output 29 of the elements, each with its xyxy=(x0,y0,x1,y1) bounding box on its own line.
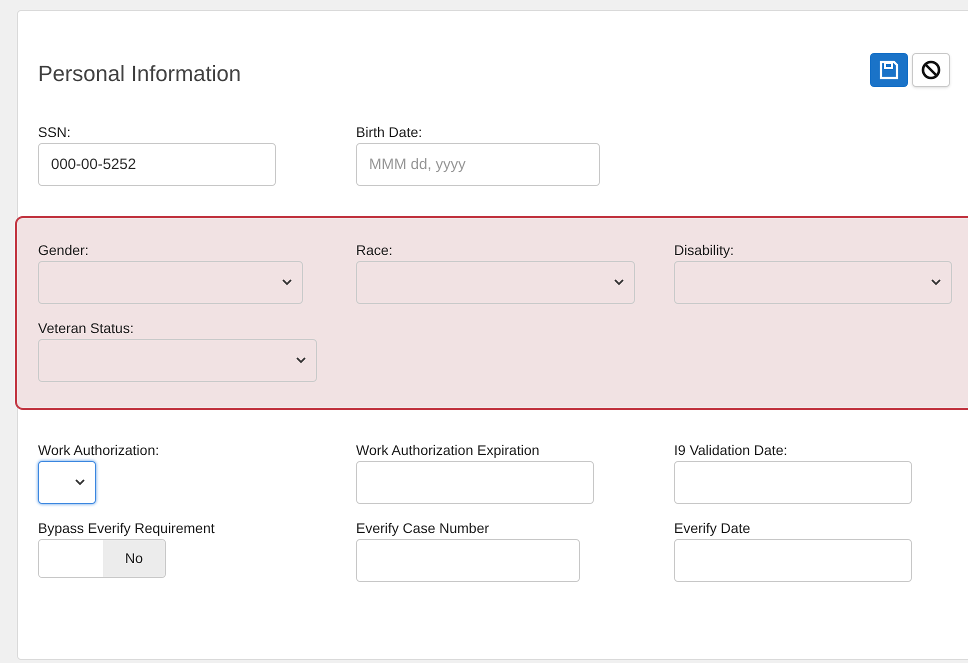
field-label: Gender: xyxy=(38,241,90,260)
field-label: Everify Date xyxy=(674,519,752,538)
field-label: Birth Date: xyxy=(356,123,424,142)
chevron-down-icon xyxy=(296,357,306,364)
text-field[interactable]: 000-00-5252 xyxy=(38,143,276,186)
text-field[interactable] xyxy=(356,539,580,582)
chevron-down-icon xyxy=(614,279,624,286)
chevron-down-icon xyxy=(75,479,85,486)
cancel-button[interactable] xyxy=(912,53,950,87)
section-title: Personal Information xyxy=(38,60,241,88)
field-label: SSN: xyxy=(38,123,72,142)
prohibited-icon xyxy=(921,60,941,80)
save-button[interactable] xyxy=(870,53,908,87)
field-label: Disability: xyxy=(674,241,735,260)
chevron-down-icon xyxy=(931,279,941,286)
field-label: Work Authorization: xyxy=(38,441,160,460)
field-label: Race: xyxy=(356,241,394,260)
chevron-down-icon xyxy=(282,279,292,286)
field-label: Bypass Everify Requirement xyxy=(38,519,216,538)
field-label: I9 Validation Date: xyxy=(674,441,788,460)
text-field[interactable] xyxy=(674,461,912,504)
field-label: Veteran Status: xyxy=(38,319,135,338)
dropdown[interactable] xyxy=(38,461,96,504)
text-field[interactable] xyxy=(674,539,912,582)
field-label: Work Authorization Expiration xyxy=(356,441,540,460)
field-label: Everify Case Number xyxy=(356,519,490,538)
toggle-switch[interactable]: No xyxy=(38,539,166,578)
text-field[interactable]: MMM dd, yyyy xyxy=(356,143,600,186)
text-field[interactable] xyxy=(356,461,594,504)
